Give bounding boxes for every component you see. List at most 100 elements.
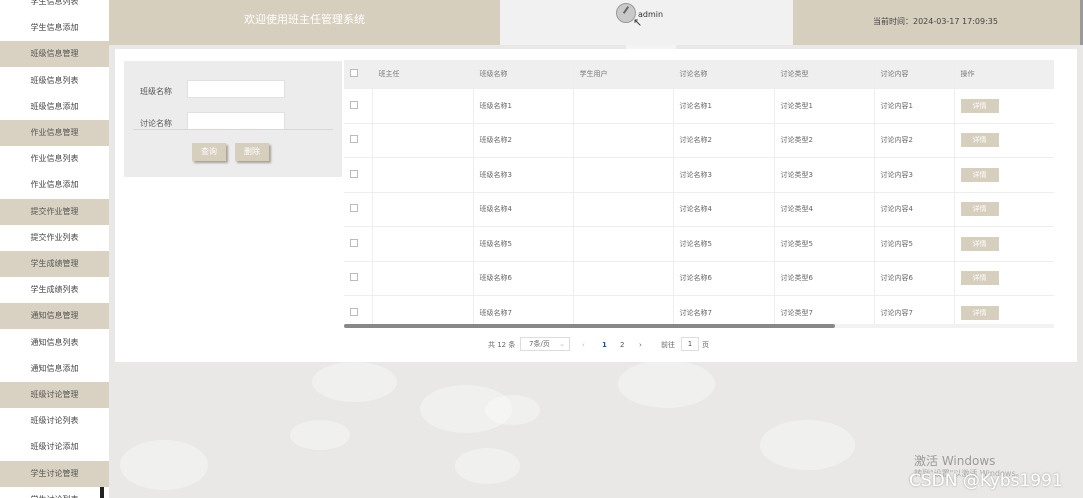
table-header-row: 班主任 班级名称 学生用户 讨论名称 讨论类型 讨论内容 操作 [344, 60, 1054, 89]
detail-button[interactable]: 详情 [960, 167, 999, 182]
cell-discussion-name: 讨论名称6 [673, 261, 775, 296]
sidebar-item[interactable]: 学生成绩列表 [0, 277, 109, 303]
query-button[interactable]: 查询 [192, 143, 226, 161]
row-checkbox[interactable] [344, 192, 373, 227]
cell-action: 详情 [954, 261, 1054, 296]
column-header: 操作 [954, 60, 1054, 89]
bg-bubble [618, 360, 715, 408]
discussion-name-input[interactable] [187, 112, 285, 130]
table-row: 班级名称4 讨论名称4 讨论类型4 讨论内容4 详情 [344, 192, 1054, 227]
cell-class-name: 班级名称5 [473, 226, 574, 262]
cell-discussion-type: 讨论类型7 [774, 295, 875, 324]
horizontal-scrollbar-thumb[interactable] [344, 324, 835, 328]
cell-student [573, 123, 674, 158]
sidebar-item[interactable]: 学生讨论列表 [0, 487, 109, 498]
next-page-button[interactable]: › [639, 339, 642, 351]
cell-action: 详情 [954, 88, 1054, 124]
cell-discussion-type: 讨论类型6 [774, 261, 875, 296]
column-header: 讨论名称 [673, 60, 775, 89]
detail-button[interactable]: 详情 [960, 202, 999, 217]
sidebar: 学生信息列表 学生信息添加 班级信息管理 班级信息列表 班级信息添加 作业信息管理 作业信息… [0, 0, 109, 498]
discussion-name-label: 讨论名称 [140, 119, 172, 128]
cell-student [573, 295, 674, 324]
column-header: 讨论类型 [774, 60, 875, 89]
detail-button[interactable]: 详情 [960, 271, 999, 286]
sidebar-item[interactable]: 作业信息添加 [0, 172, 109, 198]
sidebar-group-header[interactable]: 学生讨论管理 [0, 460, 109, 487]
detail-button[interactable]: 详情 [960, 98, 999, 113]
page-number-current[interactable]: 1 [602, 339, 607, 351]
cell-discussion-type: 讨论类型5 [774, 226, 875, 262]
sidebar-item[interactable]: 通知信息列表 [0, 330, 109, 356]
sidebar-item[interactable]: 作业信息列表 [0, 146, 109, 172]
sidebar-item[interactable]: 班级信息列表 [0, 68, 109, 94]
cell-teacher [372, 88, 474, 124]
detail-button[interactable]: 详情 [960, 236, 999, 251]
sidebar-scrollbar[interactable] [100, 487, 104, 498]
sidebar-group-header[interactable]: 学生成绩管理 [0, 251, 109, 277]
row-checkbox[interactable] [344, 226, 373, 262]
cell-discussion-content: 讨论内容5 [874, 226, 955, 262]
cell-class-name: 班级名称1 [473, 88, 574, 124]
prev-page-button[interactable]: ‹ [582, 339, 585, 351]
select-all-checkbox[interactable] [344, 60, 373, 89]
sidebar-item[interactable]: 班级讨论添加 [0, 434, 109, 460]
sidebar-item[interactable]: 班级信息添加 [0, 94, 109, 120]
table-row: 班级名称7 讨论名称7 讨论类型7 讨论内容7 详情 [344, 295, 1054, 324]
sidebar-item[interactable]: 提交作业列表 [0, 225, 109, 251]
cell-student [573, 88, 674, 124]
cell-discussion-type: 讨论类型3 [774, 157, 875, 193]
search-form: 班级名称 讨论名称 查询 删除 [124, 61, 342, 177]
sidebar-item[interactable]: 学生信息添加 [0, 15, 109, 41]
user-area: admin ↖ [500, 0, 793, 55]
row-checkbox[interactable] [344, 261, 373, 296]
cell-discussion-content: 讨论内容7 [874, 295, 955, 324]
cell-discussion-content: 讨论内容4 [874, 192, 955, 227]
bg-bubble [760, 420, 855, 470]
cell-discussion-content: 讨论内容6 [874, 261, 955, 296]
cell-class-name: 班级名称2 [473, 123, 574, 158]
detail-button[interactable]: 详情 [960, 133, 999, 148]
cell-class-name: 班级名称4 [473, 192, 574, 227]
cell-action: 详情 [954, 226, 1054, 262]
cell-discussion-content: 讨论内容2 [874, 123, 955, 158]
sidebar-item[interactable]: 学生信息列表 [0, 0, 109, 15]
mouse-cursor-icon: ↖ [633, 16, 643, 29]
sidebar-group-header[interactable]: 班级讨论管理 [0, 382, 109, 408]
total-count: 共 12 条 [488, 341, 516, 349]
bg-bubble [290, 420, 350, 450]
cell-discussion-name: 讨论名称7 [673, 295, 775, 324]
goto-page-input[interactable]: 1 [681, 337, 699, 351]
class-name-input[interactable] [187, 80, 285, 98]
cell-discussion-content: 讨论内容1 [874, 88, 955, 124]
page-number[interactable]: 2 [620, 339, 624, 351]
detail-button[interactable]: 详情 [960, 305, 999, 320]
cell-student [573, 192, 674, 227]
sidebar-group-header[interactable]: 班级信息管理 [0, 41, 109, 68]
sidebar-group-header[interactable]: 作业信息管理 [0, 120, 109, 146]
sidebar-item[interactable]: 通知信息添加 [0, 356, 109, 382]
delete-button[interactable]: 删除 [235, 143, 269, 161]
sidebar-item[interactable]: 班级讨论列表 [0, 408, 109, 434]
cell-discussion-name: 讨论名称4 [673, 192, 775, 227]
search-divider [133, 129, 333, 130]
row-checkbox[interactable] [344, 88, 373, 124]
time-area: 当前时间：2024-03-17 17:09:35 [793, 0, 1083, 45]
row-checkbox[interactable] [344, 295, 373, 324]
cell-teacher [372, 261, 474, 296]
cell-action: 详情 [954, 295, 1054, 324]
row-checkbox[interactable] [344, 123, 373, 158]
cell-student [573, 261, 674, 296]
cell-discussion-type: 讨论类型4 [774, 192, 875, 227]
sidebar-group-header[interactable]: 提交作业管理 [0, 198, 109, 225]
page-size-value: 7条/页 [529, 340, 550, 348]
cell-student [573, 226, 674, 262]
cell-discussion-name: 讨论名称3 [673, 157, 775, 193]
windows-activation-watermark: 激活 Windows [914, 454, 996, 468]
cell-discussion-name: 讨论名称2 [673, 123, 775, 158]
row-checkbox[interactable] [344, 157, 373, 193]
page-size-select[interactable]: 7条/页 ⌄ [520, 337, 570, 351]
cell-action: 详情 [954, 123, 1054, 158]
bg-bubble [485, 395, 540, 425]
sidebar-group-header[interactable]: 通知信息管理 [0, 303, 109, 330]
